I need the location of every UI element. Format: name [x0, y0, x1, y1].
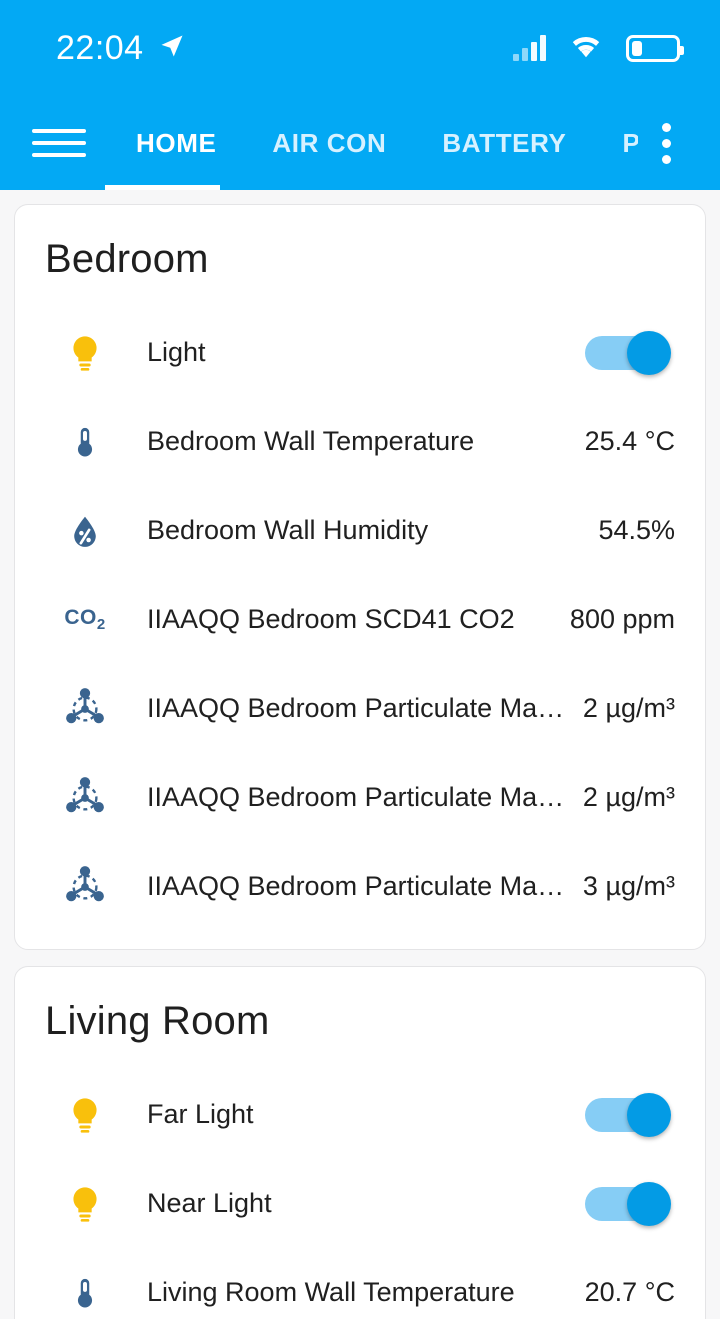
humidity-drop-icon: [53, 509, 117, 553]
entity-row[interactable]: Near Light: [45, 1159, 675, 1248]
tab-active-indicator: [105, 185, 220, 190]
molecule-icon: [53, 865, 117, 909]
card-title: Living Room: [45, 999, 270, 1043]
status-clock: 22:04: [56, 28, 144, 67]
wifi-icon: [568, 32, 604, 65]
entity-value: 3 µg/m³: [582, 871, 675, 901]
entity-label: Light: [147, 337, 206, 367]
co2-icon: CO2: [64, 605, 106, 634]
entity-row[interactable]: Far Light: [45, 1070, 675, 1159]
thermometer-icon: [53, 420, 117, 464]
thermometer-icon: [53, 1271, 117, 1315]
entity-row[interactable]: IIAAQQ Bedroom Particulate Matte… 2 µg/m…: [45, 664, 675, 753]
more-vertical-icon[interactable]: [638, 122, 694, 164]
card-title: Bedroom: [45, 237, 209, 281]
entity-label: IIAAQQ Bedroom Particulate Matte…: [147, 782, 567, 812]
entity-label: IIAAQQ Bedroom SCD41 CO2: [147, 604, 515, 634]
entity-label: IIAAQQ Bedroom Particulate Matte…: [147, 871, 567, 901]
entity-value: 2 µg/m³: [582, 782, 675, 812]
app-tab-bar: HOME AIR CON BATTERY POWE: [0, 96, 720, 190]
lightbulb-icon: [53, 331, 117, 375]
entity-label: Bedroom Wall Humidity: [147, 515, 429, 545]
entity-value: 25.4 °C: [584, 426, 675, 456]
entity-row[interactable]: Bedroom Wall Humidity 54.5%: [45, 486, 675, 575]
tab-home[interactable]: HOME: [108, 128, 244, 159]
room-card-bedroom: Bedroom Light Bedroom Wall Temperature 2…: [14, 204, 706, 950]
lightbulb-icon: [53, 1093, 117, 1137]
entity-label: Bedroom Wall Temperature: [147, 426, 475, 456]
entity-row[interactable]: Light: [45, 308, 675, 397]
entity-label: Far Light: [147, 1099, 254, 1129]
tab-battery[interactable]: BATTERY: [414, 128, 594, 159]
entity-value: 54.5%: [598, 515, 675, 545]
molecule-icon: [53, 776, 117, 820]
entity-label: IIAAQQ Bedroom Particulate Matte…: [147, 693, 567, 723]
battery-low-icon: [626, 34, 684, 62]
entity-row[interactable]: Bedroom Wall Temperature 25.4 °C: [45, 397, 675, 486]
entity-toggle[interactable]: [585, 1092, 671, 1137]
tab-air-con[interactable]: AIR CON: [244, 128, 414, 159]
tab-list: HOME AIR CON BATTERY POWE: [108, 128, 638, 159]
molecule-icon: [53, 687, 117, 731]
app-screen: 22:04 HOME AIR CON BATTERY P Bedroom Lig…: [0, 0, 720, 1319]
entity-toggle[interactable]: [585, 330, 671, 375]
status-bar-left: 22:04: [56, 29, 186, 68]
entity-value: 2 µg/m³: [582, 693, 675, 723]
status-bar-right: [513, 32, 684, 65]
entity-label: Living Room Wall Temperature: [147, 1277, 515, 1307]
entity-row[interactable]: IIAAQQ Bedroom Particulate Matte… 3 µg/m…: [45, 842, 675, 931]
navigation-arrow-icon: [158, 32, 186, 65]
status-bar: 22:04: [0, 0, 720, 96]
cellular-signal-icon: [513, 35, 546, 61]
room-card-living-room: Living Room Far Light Near Light Living …: [14, 966, 706, 1319]
lightbulb-icon: [53, 1182, 117, 1226]
entity-row[interactable]: Living Room Wall Temperature 20.7 °C: [45, 1248, 675, 1319]
entity-value: 800 ppm: [569, 604, 675, 634]
entity-label: Near Light: [147, 1188, 272, 1218]
entity-toggle[interactable]: [585, 1181, 671, 1226]
entity-row[interactable]: IIAAQQ Bedroom Particulate Matte… 2 µg/m…: [45, 753, 675, 842]
hamburger-menu-icon[interactable]: [32, 129, 86, 157]
entity-value: 20.7 °C: [584, 1277, 675, 1307]
entity-row[interactable]: CO2 IIAAQQ Bedroom SCD41 CO2 800 ppm: [45, 575, 675, 664]
tab-power[interactable]: POWE: [594, 128, 638, 159]
room-card-list: Bedroom Light Bedroom Wall Temperature 2…: [0, 190, 720, 1319]
